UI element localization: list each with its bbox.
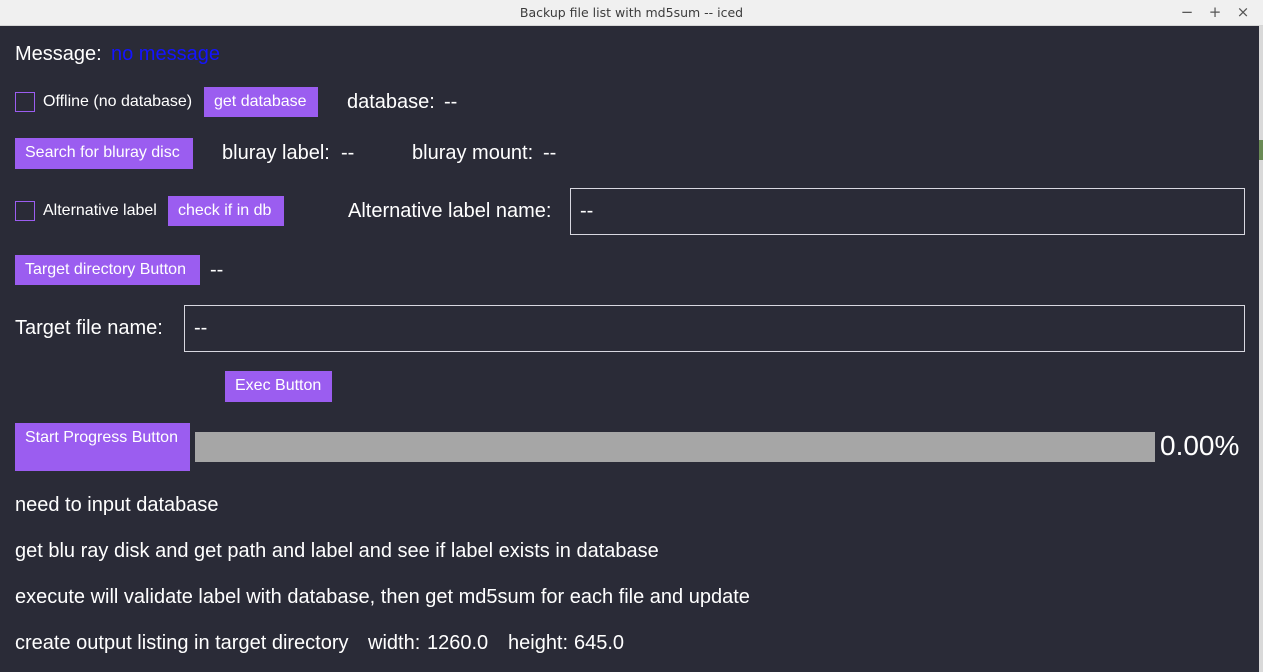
database-value: --: [444, 91, 458, 113]
width-value: 1260.0: [427, 632, 489, 654]
check-in-db-button[interactable]: check if in db: [168, 196, 284, 226]
progress-percent: 0.00%: [1160, 430, 1240, 461]
help-line-1: need to input database: [15, 494, 219, 516]
alternative-label-name-input[interactable]: --: [570, 188, 1245, 235]
bluray-label-value: --: [341, 142, 355, 164]
width-label: width:: [368, 632, 421, 654]
message-value: no message: [111, 43, 220, 65]
bluray-mount-value: --: [543, 142, 557, 164]
target-file-name-input[interactable]: --: [184, 305, 1245, 352]
progress-bar: [195, 432, 1155, 462]
target-directory-button[interactable]: Target directory Button: [15, 255, 200, 285]
window-titlebar: Backup file list with md5sum -- iced − +…: [0, 0, 1263, 26]
alternative-label-name-value: --: [580, 200, 594, 222]
alternative-label-checkbox-label[interactable]: Alternative label: [43, 201, 157, 221]
help-line-3: execute will validate label with databas…: [15, 586, 750, 608]
height-value: 645.0: [574, 632, 625, 654]
help-line-4: create output listing in target director…: [15, 632, 349, 654]
bluray-label-label: bluray label:: [222, 142, 330, 164]
help-line-2: get blu ray disk and get path and label …: [15, 540, 659, 562]
alternative-label-name-label: Alternative label name:: [348, 200, 552, 222]
search-bluray-button[interactable]: Search for bluray disc: [15, 138, 193, 169]
edge-marker: [1259, 140, 1263, 160]
target-file-name-label: Target file name:: [15, 317, 163, 339]
offline-checkbox[interactable]: [15, 92, 35, 112]
exec-button[interactable]: Exec Button: [225, 371, 332, 402]
offline-checkbox-label[interactable]: Offline (no database): [43, 92, 192, 112]
bluray-mount-label: bluray mount:: [412, 142, 534, 164]
get-database-button[interactable]: get database: [204, 87, 318, 117]
database-label: database:: [347, 91, 435, 113]
message-label: Message:: [15, 43, 102, 65]
maximize-icon[interactable]: +: [1204, 2, 1226, 22]
window-edge: [1259, 26, 1263, 672]
height-label: height:: [508, 632, 569, 654]
target-file-name-value: --: [194, 317, 208, 339]
start-progress-button[interactable]: Start Progress Button: [15, 423, 190, 471]
window-title: Backup file list with md5sum -- iced: [519, 5, 744, 20]
close-icon[interactable]: ×: [1232, 2, 1254, 22]
alternative-label-checkbox[interactable]: [15, 201, 35, 221]
app-content: Message: no message Offline (no database…: [0, 26, 1259, 672]
target-directory-value: --: [210, 259, 224, 281]
minimize-icon[interactable]: −: [1176, 2, 1198, 22]
